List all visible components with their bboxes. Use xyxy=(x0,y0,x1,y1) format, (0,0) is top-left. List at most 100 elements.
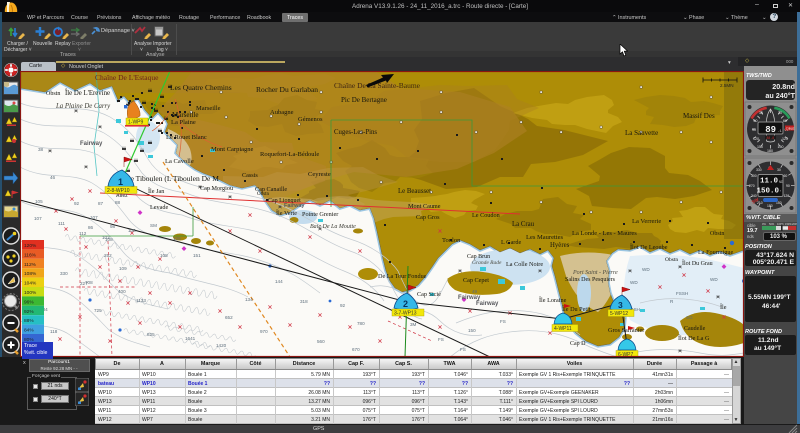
svg-text:89: 89 xyxy=(765,125,776,135)
svg-text:92: 92 xyxy=(74,201,80,206)
svg-text:11.0: 11.0 xyxy=(760,178,779,186)
svg-text:Rocher Du Garlaban: Rocher Du Garlaban xyxy=(256,85,318,94)
svg-text:Cap Cepet: Cap Cepet xyxy=(463,277,489,284)
svg-text:96%: 96% xyxy=(24,299,34,305)
svg-text:Toulon: Toulon xyxy=(442,237,461,244)
svg-text:La Sauvette: La Sauvette xyxy=(625,129,658,137)
svg-text:60: 60 xyxy=(783,119,787,123)
svg-text:120: 120 xyxy=(782,137,788,141)
svg-text:90: 90 xyxy=(752,128,756,132)
svg-text:Port Saint - Pierre: Port Saint - Pierre xyxy=(572,270,618,276)
svg-text:La Plaine: La Plaine xyxy=(171,119,196,126)
svg-text:1641: 1641 xyxy=(185,336,196,341)
svg-text:Caudelle: Caudelle xyxy=(684,326,706,332)
svg-text:De La Tour Fondue: De La Tour Fondue xyxy=(378,273,427,280)
svg-text:318: 318 xyxy=(300,299,308,304)
svg-text:Cuges-Les-Pins: Cuges-Les-Pins xyxy=(334,129,377,136)
svg-text:88%: 88% xyxy=(24,318,34,324)
svg-text:ND: ND xyxy=(779,181,783,185)
svg-text:84%: 84% xyxy=(24,328,34,334)
svg-text:Cap Sicié: Cap Sicié xyxy=(417,291,441,298)
svg-text:°: ° xyxy=(780,190,782,195)
svg-text:FSSH: FSSH xyxy=(676,291,688,296)
svg-text:86: 86 xyxy=(88,225,94,230)
svg-text:Ceyreste: Ceyreste xyxy=(308,171,331,178)
svg-text:825: 825 xyxy=(147,332,155,337)
svg-text:Obstn: Obstn xyxy=(46,91,60,97)
svg-text:1420: 1420 xyxy=(216,343,227,348)
svg-text:Marseille: Marseille xyxy=(196,105,221,112)
svg-text:La Cavolle: La Cavolle xyxy=(165,158,194,165)
svg-text:Mont Caume: Mont Caume xyxy=(408,203,441,210)
svg-text:60: 60 xyxy=(784,174,788,178)
svg-text:105: 105 xyxy=(173,236,181,241)
svg-text:Cap Gros: Cap Gros xyxy=(416,214,440,221)
svg-text:Île Verte: Île Verte xyxy=(276,209,297,217)
svg-text:Chaîne De L'Estaque: Chaîne De L'Estaque xyxy=(95,73,159,82)
svg-text:100%: 100% xyxy=(24,290,37,296)
svg-text:116%: 116% xyxy=(24,252,37,258)
svg-text:WD: WD xyxy=(710,277,718,282)
svg-text:652: 652 xyxy=(225,315,233,320)
svg-text:Gros Sarranier: Gros Sarranier xyxy=(608,327,644,334)
svg-text:La Fourmigue: La Fourmigue xyxy=(698,249,733,256)
svg-text:1133: 1133 xyxy=(136,298,146,303)
svg-text:88.8: 88.8 xyxy=(767,136,775,140)
svg-text:120: 120 xyxy=(753,137,759,141)
svg-text:Îlot Du Grau: Îlot Du Grau xyxy=(682,259,713,267)
svg-text:87: 87 xyxy=(98,201,104,206)
svg-text:Île: Île xyxy=(720,303,727,311)
svg-text:300: 300 xyxy=(751,174,757,178)
svg-text:50%: 50% xyxy=(769,222,775,226)
svg-text:Île De L'Erevine: Île De L'Erevine xyxy=(65,89,110,97)
svg-text:Obstn: Obstn xyxy=(710,231,724,237)
svg-text:106: 106 xyxy=(128,228,136,233)
svg-text:Obstn: Obstn xyxy=(665,257,678,263)
svg-text:1: 1 xyxy=(118,177,123,187)
svg-text:151: 151 xyxy=(193,253,201,258)
svg-text:270: 270 xyxy=(749,184,755,188)
svg-text:Îlot De La G: Îlot De La G xyxy=(678,334,710,342)
svg-text:150: 150 xyxy=(778,145,784,149)
svg-text:2.5MN: 2.5MN xyxy=(720,83,734,88)
svg-text:Le Rouet Blanc: Le Rouet Blanc xyxy=(166,134,207,141)
svg-text:330: 330 xyxy=(60,271,68,276)
svg-text:105: 105 xyxy=(35,199,43,204)
svg-text:400: 400 xyxy=(118,289,126,294)
svg-text:Îlot De Leoube: Îlot De Leoube xyxy=(630,243,668,251)
svg-text:Les Maurettes: Les Maurettes xyxy=(526,234,563,241)
svg-text:WD: WD xyxy=(642,267,650,272)
svg-text:150.0: 150.0 xyxy=(756,188,779,196)
svg-text:112: 112 xyxy=(79,231,87,236)
svg-text:Pointe Grenier: Pointe Grenier xyxy=(302,211,338,218)
svg-text:Cassis: Cassis xyxy=(242,172,258,179)
svg-text:Obstn: Obstn xyxy=(257,192,269,197)
svg-text:98: 98 xyxy=(110,224,116,229)
svg-text:112%: 112% xyxy=(24,262,37,268)
svg-text:107: 107 xyxy=(90,215,98,220)
svg-text:30: 30 xyxy=(778,111,782,115)
svg-text:0%: 0% xyxy=(762,222,766,226)
svg-text:La Plaine De Carry: La Plaine De Carry xyxy=(55,103,111,110)
svg-text:.1: .1 xyxy=(777,130,782,134)
svg-text:Fairway: Fairway xyxy=(80,141,103,147)
svg-text:970: 970 xyxy=(260,329,268,334)
svg-text:49: 49 xyxy=(472,289,478,294)
svg-text:144: 144 xyxy=(275,279,283,284)
svg-text:88: 88 xyxy=(115,200,121,205)
svg-text:Baie De La Moutte: Baie De La Moutte xyxy=(310,224,356,230)
svg-text:90: 90 xyxy=(786,184,790,188)
svg-text:Roquefort-La-Bédoule: Roquefort-La-Bédoule xyxy=(260,151,319,158)
svg-text:Le Beausset: Le Beausset xyxy=(398,188,431,195)
svg-text:111: 111 xyxy=(58,221,65,226)
svg-text:Cap Morgiou: Cap Morgiou xyxy=(200,185,233,192)
svg-text:100%: 100% xyxy=(777,222,784,226)
svg-text:150: 150 xyxy=(757,145,763,149)
svg-text:FS: FS xyxy=(460,347,466,352)
svg-text:Les Quatre Chemins: Les Quatre Chemins xyxy=(170,83,232,92)
svg-text:38: 38 xyxy=(38,147,44,152)
svg-text:109: 109 xyxy=(119,266,127,271)
svg-text:Hyères: Hyères xyxy=(550,242,570,249)
svg-text:180: 180 xyxy=(767,204,773,208)
svg-text:Mont Carpiagne: Mont Carpiagne xyxy=(211,146,254,153)
